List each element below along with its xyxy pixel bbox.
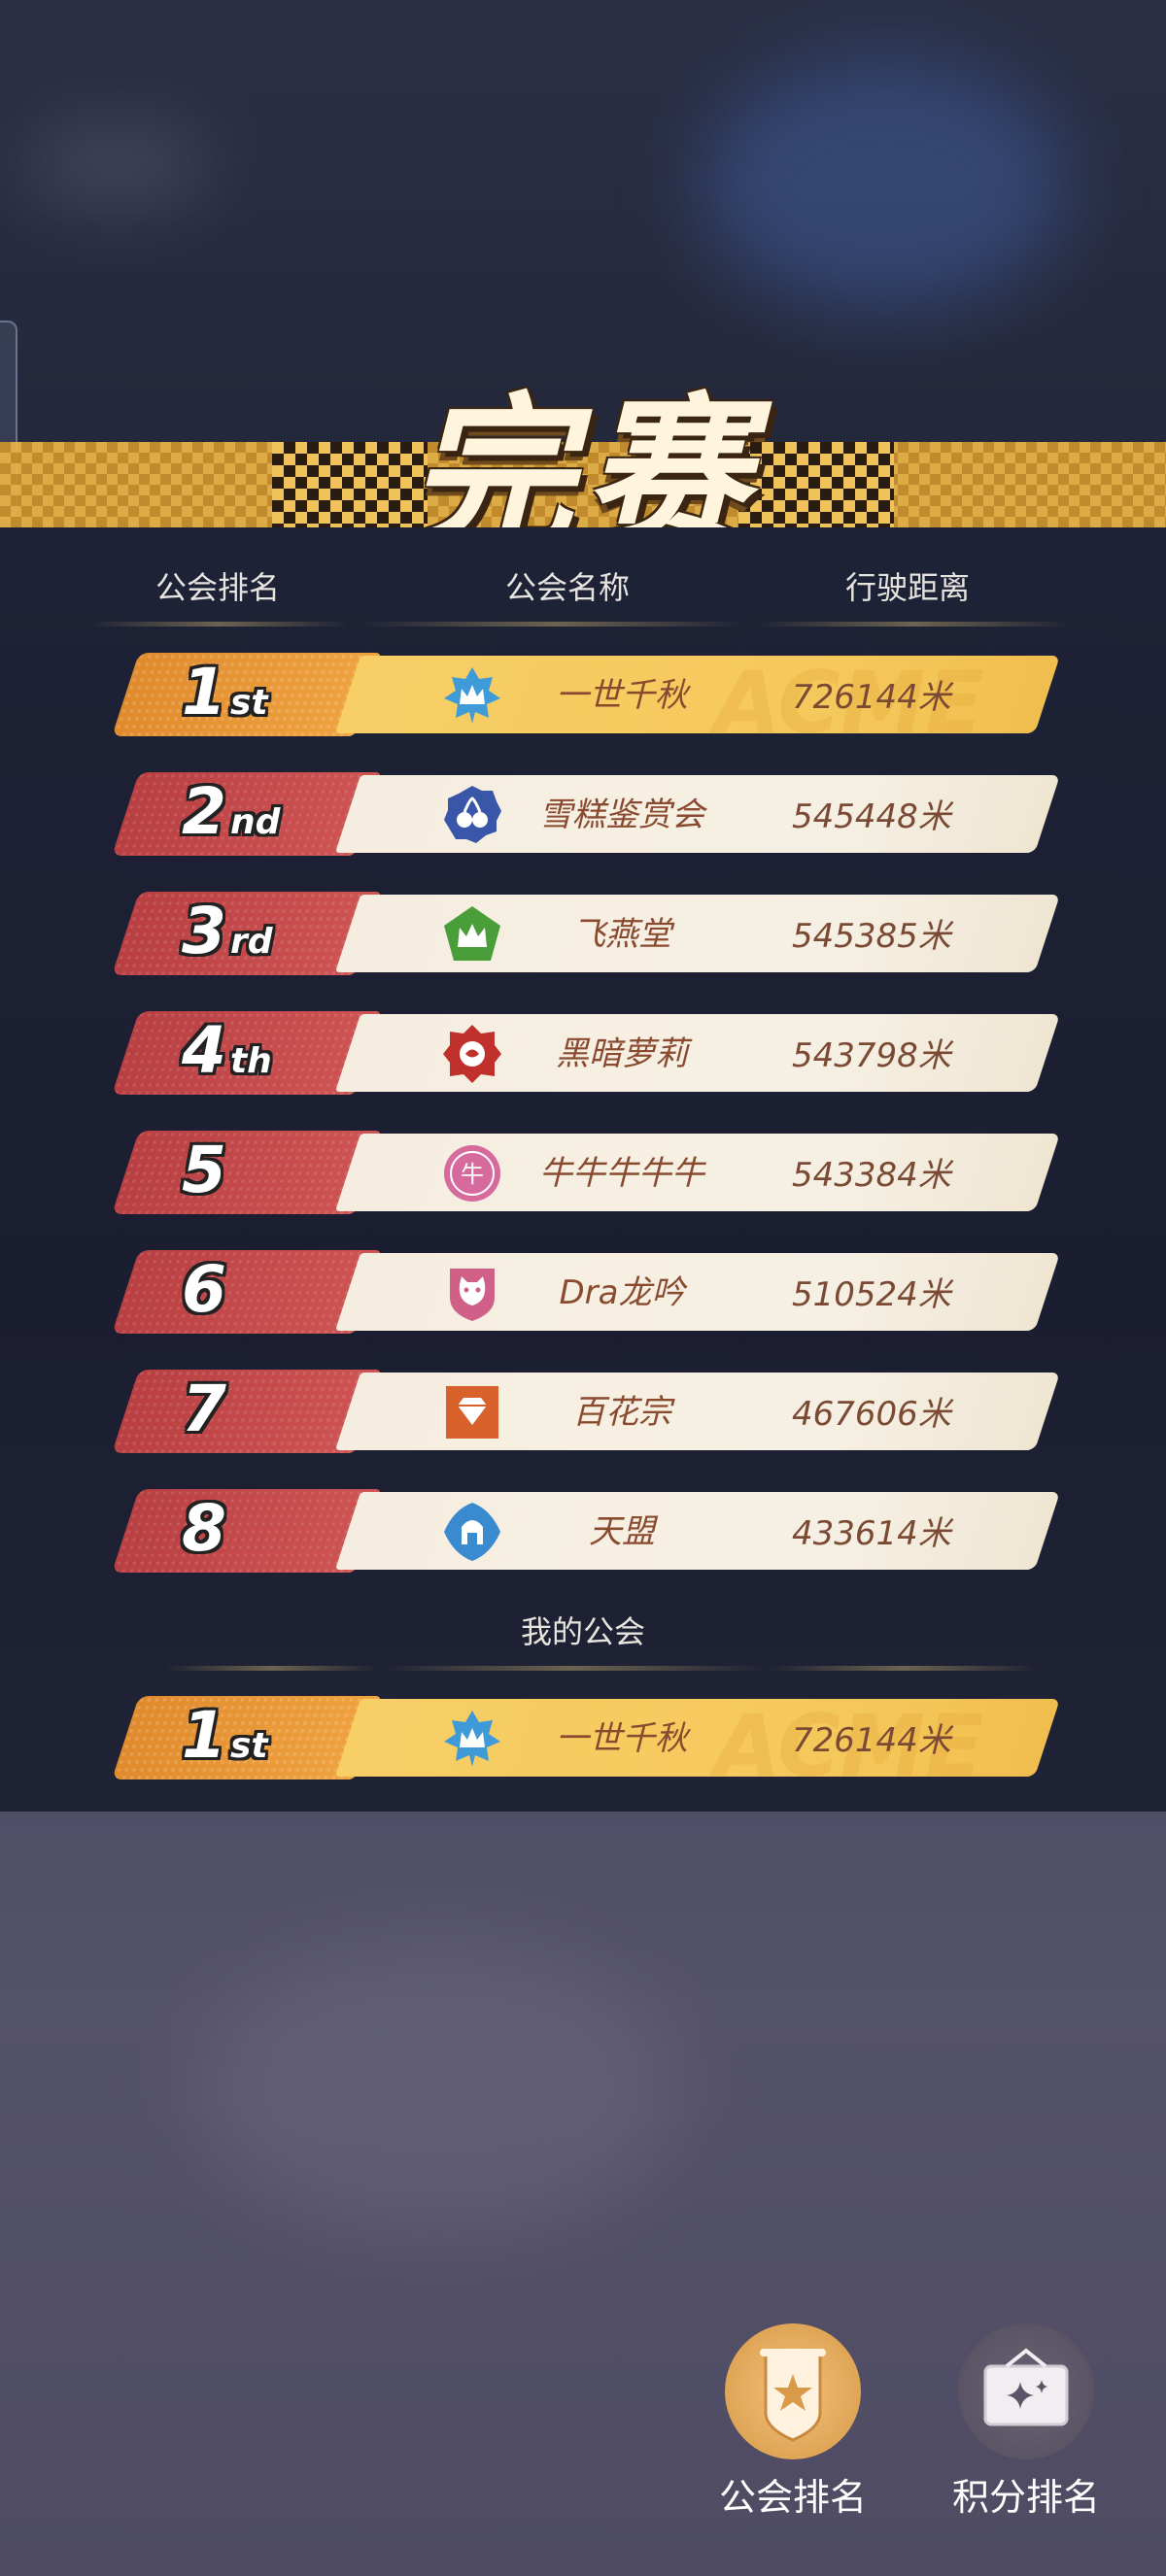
points-ranking-button[interactable] — [958, 2323, 1094, 2459]
ranking-row[interactable]: 5 牛 牛牛牛牛牛 543384米 — [112, 1131, 1060, 1214]
guild-distance: 545385米 — [792, 917, 951, 956]
guild-name: Dra龙吟 — [559, 1273, 685, 1312]
rank-number: 6 — [182, 1252, 226, 1327]
guild-ranking-button[interactable] — [725, 2323, 861, 2459]
rank-number: 4 — [182, 1013, 226, 1088]
header-divider — [360, 622, 748, 627]
ranking-row[interactable]: 2nd 雪糕鉴赏会 545448米 — [112, 772, 1060, 856]
my-guild-divider — [165, 1666, 379, 1671]
guild-ranking-label[interactable]: 公会排名 — [686, 2467, 900, 2521]
guild-distance: 726144米 — [792, 678, 951, 717]
ranking-row[interactable]: 1st ACME 一世千秋 726144米 — [112, 653, 1060, 753]
rank-number: 1 — [182, 1698, 226, 1773]
guild-name: 百花宗 — [572, 1393, 671, 1432]
cherry-badge-icon — [442, 785, 502, 845]
cat-shield-icon — [442, 1263, 502, 1323]
rank-suffix: st — [229, 683, 268, 723]
rose-badge-icon — [442, 1024, 502, 1084]
rank-number: 8 — [182, 1491, 226, 1566]
header-divider — [753, 622, 1074, 627]
guild-distance: 543384米 — [792, 1156, 951, 1195]
rank-suffix: rd — [229, 922, 273, 962]
guild-banner-icon — [760, 2349, 826, 2442]
svg-text:牛: 牛 — [461, 1161, 484, 1188]
guild-name: 天盟 — [589, 1512, 655, 1551]
rank-number: 3 — [182, 894, 226, 968]
rank-suffix: nd — [229, 802, 281, 842]
my-guild-divider — [768, 1666, 1040, 1671]
ranking-row[interactable]: 4th 黑暗萝莉 543798米 — [112, 1011, 1060, 1095]
crown-pentagon-icon — [442, 904, 502, 965]
guild-name: 飞燕堂 — [572, 915, 671, 954]
rank-number: 7 — [182, 1372, 226, 1446]
ranking-row[interactable]: 3rd 飞燕堂 545385米 — [112, 892, 1060, 975]
guild-distance: 433614米 — [792, 1514, 951, 1553]
background-blur — [194, 1943, 680, 2234]
column-headers: 公会排名 公会名称 行驶距离 — [0, 563, 1166, 612]
my-guild-label: 我的公会 — [520, 1613, 645, 1650]
rank-number: 1 — [182, 655, 226, 729]
my-guild-divider — [379, 1666, 768, 1671]
guild-name: 黑暗萝莉 — [556, 1034, 688, 1073]
ranking-row[interactable]: 8 天盟 433614米 — [112, 1489, 1060, 1573]
header-name: 公会名称 — [505, 569, 631, 606]
rank-suffix: th — [229, 1041, 272, 1081]
guild-name: 雪糕鉴赏会 — [539, 796, 704, 834]
my-guild-row[interactable]: 1st ACME 一世千秋 726144米 — [112, 1696, 1060, 1796]
rank-number: 2 — [182, 774, 226, 849]
points-ranking-label[interactable]: 积分排名 — [919, 2467, 1133, 2521]
guild-name: 牛牛牛牛牛 — [539, 1154, 704, 1193]
guild-name: 一世千秋 — [556, 1719, 688, 1758]
niu-coin-icon: 牛 — [442, 1143, 502, 1203]
crown-star-icon — [442, 1709, 502, 1769]
helmet-badge-icon — [442, 1502, 502, 1562]
rank-number: 5 — [182, 1133, 226, 1207]
guild-distance: 543798米 — [792, 1036, 951, 1075]
guild-distance: 510524米 — [792, 1275, 951, 1314]
rank-suffix: st — [229, 1726, 268, 1766]
header-divider — [87, 622, 350, 627]
guild-distance: 545448米 — [792, 797, 951, 836]
ranking-row[interactable]: 6 Dra龙吟 510524米 — [112, 1250, 1060, 1334]
guild-distance: 726144米 — [792, 1721, 951, 1760]
diamond-square-icon — [442, 1382, 502, 1442]
guild-name: 一世千秋 — [556, 676, 688, 715]
sparkle-board-icon — [983, 2348, 1069, 2426]
background-blur — [700, 58, 1069, 311]
ranking-row[interactable]: 7 百花宗 467606米 — [112, 1370, 1060, 1453]
guild-distance: 467606米 — [792, 1395, 951, 1434]
crown-star-icon — [442, 665, 502, 726]
background-blur — [19, 126, 214, 204]
header-rank: 公会排名 — [155, 569, 281, 606]
header-distance: 行驶距离 — [845, 569, 971, 606]
